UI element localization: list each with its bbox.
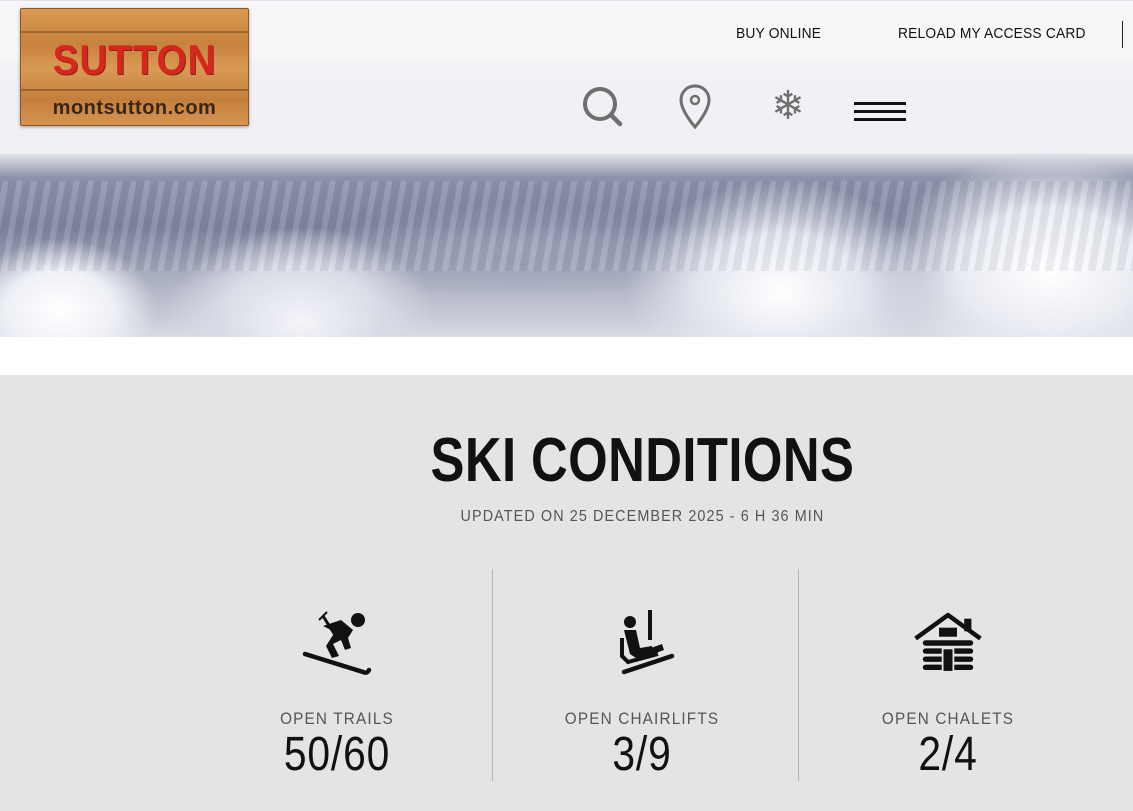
logo-plank-seam [21,89,248,91]
stats-divider [492,569,493,781]
map-pin-icon[interactable] [678,84,712,130]
ski-conditions-section: SKI CONDITIONS UPDATED ON 25 DECEMBER 20… [0,375,1133,811]
open-chairlifts-label: OPEN CHAIRLIFTS [564,709,720,728]
logo-title: SUTTON [52,36,217,83]
log-cabin-icon [914,612,982,671]
open-trails-value: 50/60 [283,728,391,781]
hero-forest-texture [0,181,1133,271]
open-chalets-value: 2/4 [918,728,978,781]
menu-bar [854,118,906,121]
open-chairlifts-value: 3/9 [612,728,672,781]
menu-bar [854,102,906,105]
open-chalets-label: OPEN CHALETS [881,709,1015,728]
search-icon[interactable] [580,84,624,128]
open-chairlifts-stat: OPEN CHAIRLIFTS 3/9 [537,608,747,780]
chairlift-icon [620,610,675,675]
menu-bar [854,110,906,113]
reload-access-card-link[interactable]: RELOAD MY ACCESS CARD [898,25,1086,42]
logo-plank-seam [21,31,248,33]
topbar-divider [1122,21,1123,48]
snowflake-icon[interactable]: ❄ [768,86,808,126]
open-trails-label: OPEN TRAILS [280,709,394,728]
open-trails-stat: OPEN TRAILS 50/60 [232,608,442,780]
open-chalets-stat: OPEN CHALETS 2/4 [843,608,1053,780]
ski-conditions-title: SKI CONDITIONS [430,426,855,495]
logo-subtitle: montsutton.com [52,97,217,119]
sutton-logo[interactable]: SUTTON montsutton.com [20,8,249,126]
buy-online-link[interactable]: BUY ONLINE [736,25,821,42]
hamburger-menu-icon[interactable] [854,101,906,127]
stats-divider [798,569,799,781]
conditions-updated-time: UPDATED ON 25 DECEMBER 2025 - 6 H 36 MIN [460,508,825,525]
skier-icon [302,611,372,675]
